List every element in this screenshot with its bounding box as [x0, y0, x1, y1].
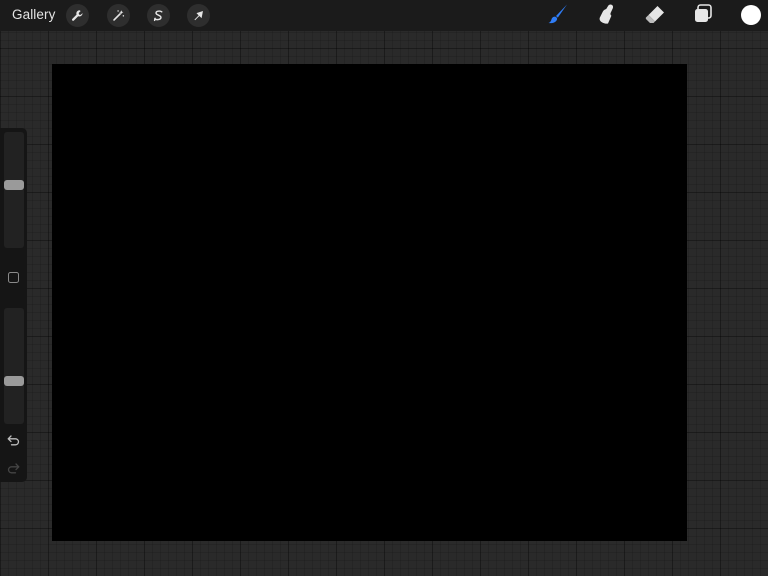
layers-button[interactable]: [691, 3, 715, 30]
opacity-slider[interactable]: [4, 308, 24, 424]
redo-arrow-icon: [7, 461, 20, 479]
actions-button[interactable]: [66, 4, 89, 27]
selection-s-icon: [152, 9, 165, 22]
brush-size-slider[interactable]: [4, 132, 24, 248]
gallery-button[interactable]: Gallery: [12, 7, 55, 22]
undo-arrow-icon: [7, 433, 20, 451]
drawing-canvas[interactable]: [52, 64, 687, 541]
brush-size-slider-thumb[interactable]: [4, 180, 24, 190]
selection-button[interactable]: [147, 4, 170, 27]
adjustments-button[interactable]: [107, 4, 130, 27]
eraser-tool-button[interactable]: [643, 4, 667, 28]
arrow-cursor-icon: [192, 9, 205, 22]
brush-icon: [547, 3, 569, 30]
smudge-finger-icon: [595, 3, 617, 30]
eraser-icon: [644, 3, 666, 30]
brush-tool-button[interactable]: [546, 4, 570, 28]
layers-icon: [692, 3, 714, 30]
modify-button[interactable]: [8, 272, 19, 283]
undo-button[interactable]: [6, 433, 21, 451]
opacity-slider-thumb[interactable]: [4, 376, 24, 386]
top-toolbar: Gallery: [0, 0, 768, 31]
smudge-tool-button[interactable]: [594, 4, 618, 28]
color-picker-button[interactable]: [741, 5, 761, 25]
magic-wand-icon: [112, 9, 125, 22]
left-sidebar: [0, 128, 27, 482]
redo-button[interactable]: [6, 461, 21, 479]
wrench-icon: [71, 9, 84, 22]
transform-button[interactable]: [187, 4, 210, 27]
